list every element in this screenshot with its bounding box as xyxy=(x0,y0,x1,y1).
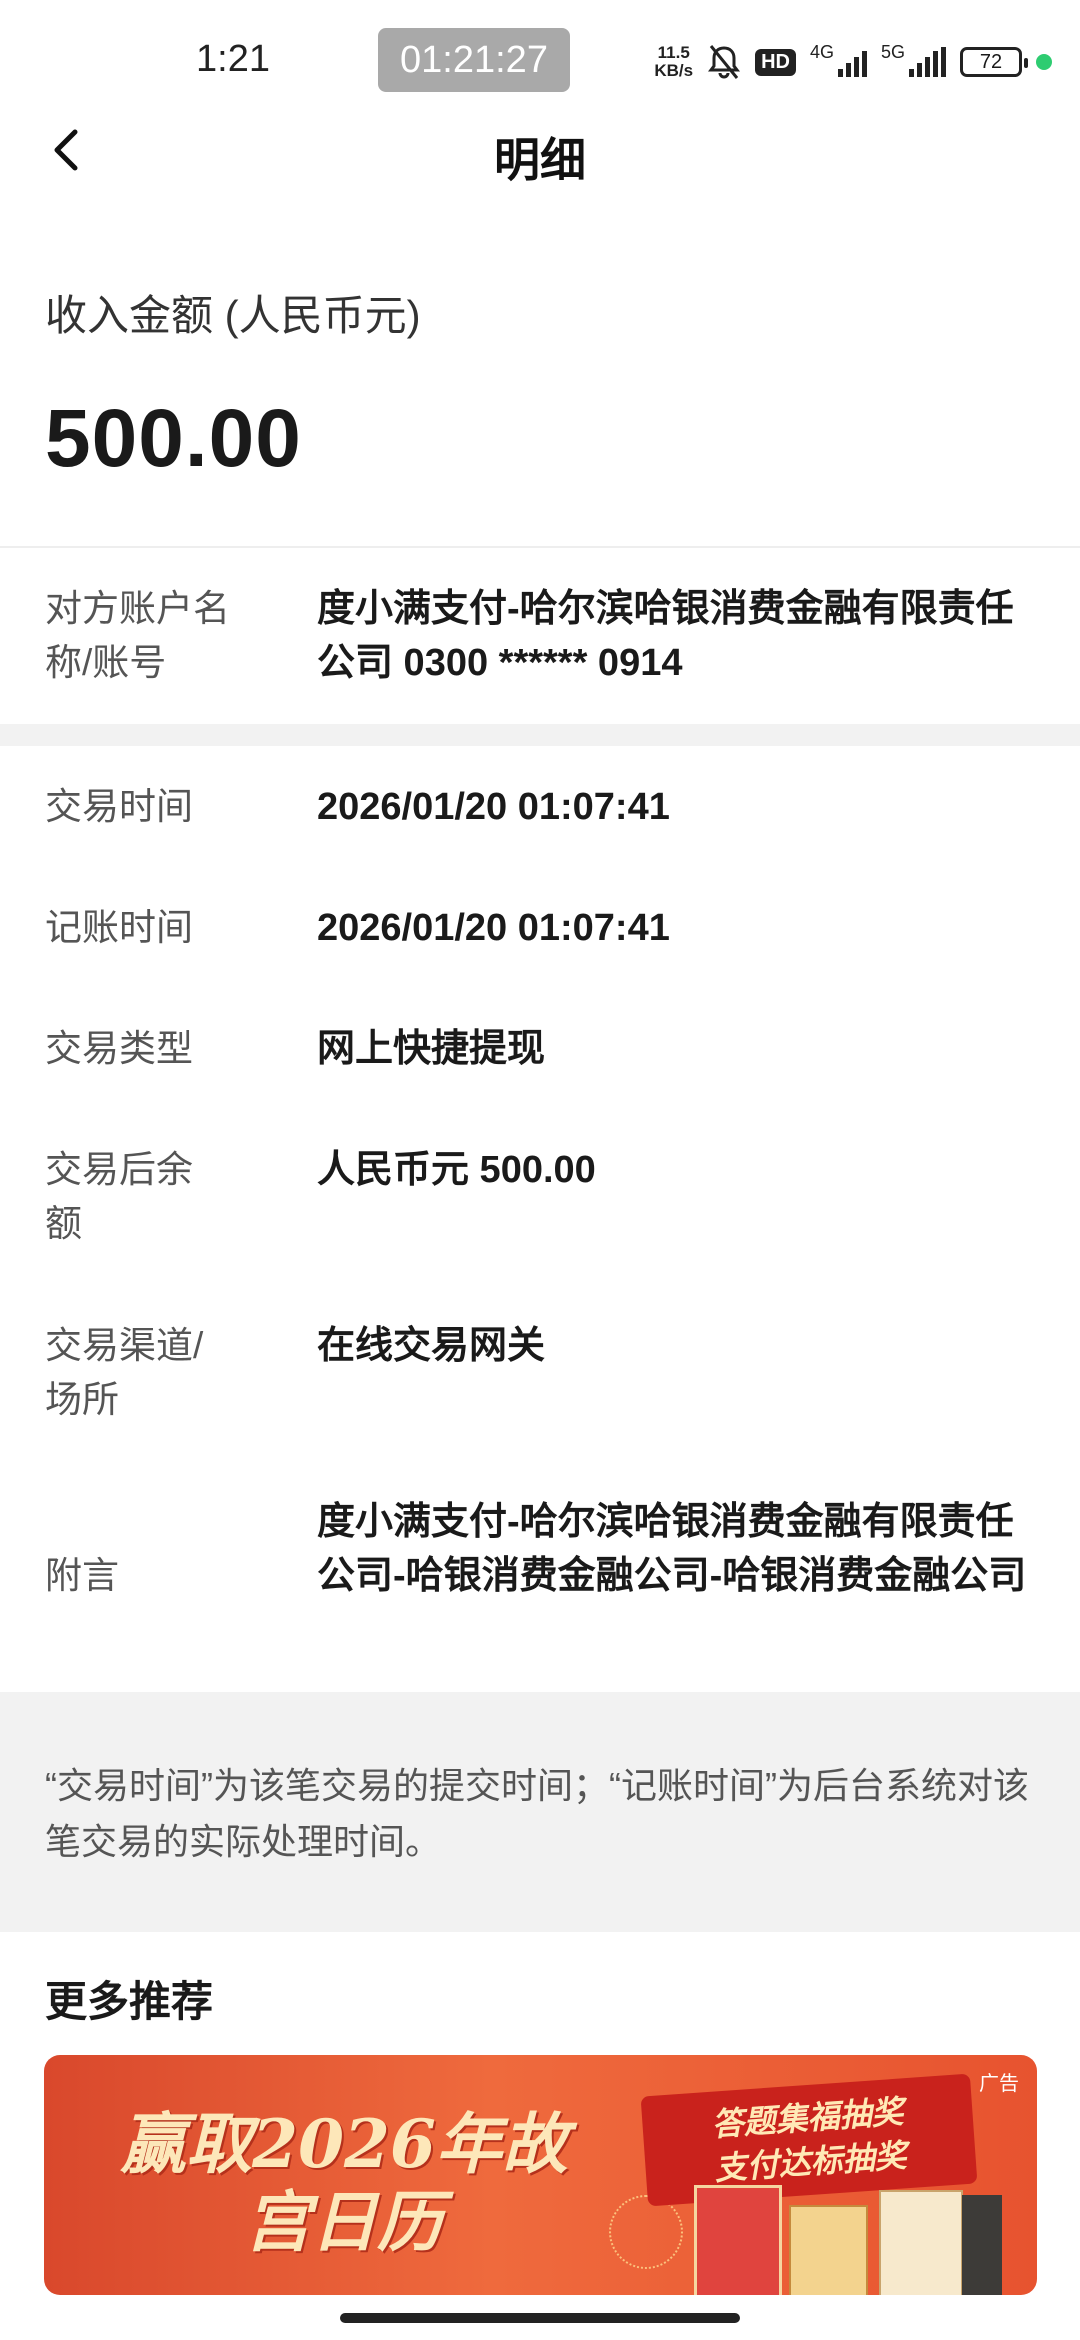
amount-value: 500.00 xyxy=(45,393,302,484)
ad-ribbon: 答题集福抽奖 支付达标抽奖 xyxy=(640,2073,978,2207)
detail-label-remark: 附言 xyxy=(45,1555,119,1596)
detail-label-balance: 交易后余额 xyxy=(45,1149,193,1244)
calendar-book-image xyxy=(962,2195,1002,2295)
detail-value-balance: 人民币元 500.00 xyxy=(317,1149,596,1191)
detail-label-transaction-time: 交易时间 xyxy=(45,786,193,827)
signal-5g-icon xyxy=(909,47,946,77)
detail-label-posting-time: 记账时间 xyxy=(45,907,193,948)
status-icons: 11.5 KB/s HD 4G 5G 72 xyxy=(654,38,1052,86)
home-indicator[interactable] xyxy=(340,2313,740,2323)
note-text: “交易时间”为该笔交易的提交时间；“记账时间”为后台系统对该笔交易的实际处理时间… xyxy=(45,1765,1029,1862)
detail-value-channel: 在线交易网关 xyxy=(317,1325,546,1367)
detail-label-transaction-type: 交易类型 xyxy=(45,1028,193,1069)
amount-label: 收入金额 (人民币元) xyxy=(45,292,421,339)
detail-value-transaction-time: 2026/01/20 01:07:41 xyxy=(317,786,670,828)
battery-icon: 72 xyxy=(960,47,1028,77)
network-speed-unit: KB/s xyxy=(654,61,694,80)
hd-voice-icon: HD xyxy=(755,48,796,76)
status-bar: 1:21 01:21:27 11.5 KB/s HD 4G 5G 72 xyxy=(0,0,1080,120)
ad-headline: 赢取2026年故宫日历 xyxy=(120,2105,568,2261)
detail-value-remark: 度小满支付-哈尔滨哈银消费金融有限责任公司-哈银消费金融公司-哈银消费金融公司 xyxy=(317,1501,1027,1597)
status-time: 1:21 xyxy=(196,38,270,80)
calendar-book-image xyxy=(879,2190,963,2295)
calendar-card-image xyxy=(789,2205,868,2295)
network-type-4g: 4G xyxy=(809,41,834,62)
divider xyxy=(0,546,1080,548)
screen-recorder-timer[interactable]: 01:21:27 xyxy=(378,28,570,92)
bell-muted-icon xyxy=(708,45,741,79)
network-speed-value: 11.5 xyxy=(657,43,690,62)
more-recommendations-title: 更多推荐 xyxy=(45,1978,214,2025)
detail-label-channel: 交易渠道/场所 xyxy=(45,1325,204,1420)
network-type-5g: 5G xyxy=(880,41,905,62)
ad-badge: 广告 xyxy=(979,2073,1019,2095)
counterparty-label: 对方账户名称/账号 xyxy=(45,588,230,683)
privacy-indicator-dot xyxy=(1036,54,1052,70)
page-title: 明细 xyxy=(494,134,586,186)
network-speed: 11.5 KB/s xyxy=(654,44,693,80)
counterparty-value: 度小满支付-哈尔滨哈银消费金融有限责任公司 0300 ****** 0914 xyxy=(317,588,1014,684)
detail-value-transaction-type: 网上快捷提现 xyxy=(317,1028,546,1070)
firework-decoration xyxy=(609,2195,683,2269)
signal-4g-icon xyxy=(837,47,867,77)
nav-bar: 明细 xyxy=(0,110,1080,190)
ad-banner[interactable]: 赢取2026年故宫日历 答题集福抽奖 支付达标抽奖 广告 xyxy=(44,2055,1037,2295)
calendar-book-image xyxy=(694,2185,782,2295)
section-gap xyxy=(0,724,1080,746)
detail-value-posting-time: 2026/01/20 01:07:41 xyxy=(317,907,670,949)
